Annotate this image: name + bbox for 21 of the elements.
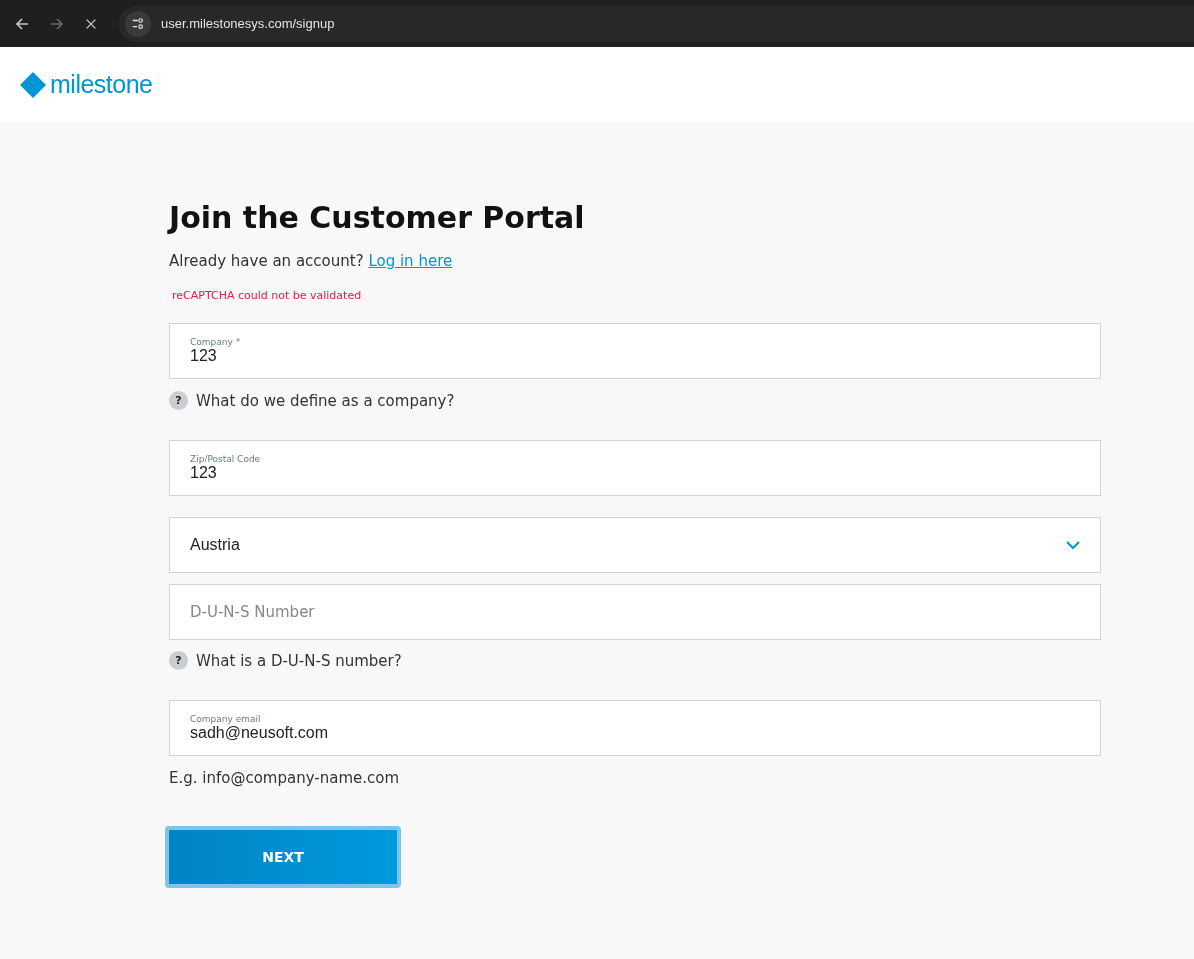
url-text: user.milestonesys.com/signup xyxy=(161,16,335,31)
address-bar[interactable]: user.milestonesys.com/signup xyxy=(119,5,1194,42)
input-field[interactable]: Company email sadh@neusoft.com xyxy=(169,700,1101,756)
country-dropdown[interactable]: Austria xyxy=(169,517,1101,573)
help-link[interactable]: What do we define as a company? xyxy=(196,391,455,410)
account-prompt: Already have an account? Log in here xyxy=(169,252,454,270)
page-title: Join the Customer Portal xyxy=(169,200,586,235)
error-message: reCAPTCHA could not be validated xyxy=(172,289,363,302)
hint-text: E.g. info@company-name.com xyxy=(169,769,401,787)
diamond-logo-icon xyxy=(20,71,46,98)
input-field[interactable]: Company * 123 xyxy=(169,323,1101,379)
input-field[interactable]: Zip/Postal Code 123 xyxy=(169,440,1101,496)
help-link[interactable]: What is a D-U-N-S number? xyxy=(196,651,402,670)
next-button[interactable]: NEXT xyxy=(166,827,400,887)
chevron-down-icon xyxy=(1066,540,1080,550)
site-settings-icon[interactable] xyxy=(125,10,151,37)
question-icon[interactable]: ? xyxy=(169,391,188,410)
question-icon[interactable]: ? xyxy=(169,651,188,670)
back-arrow-icon[interactable] xyxy=(14,15,30,32)
logo-text: milestone xyxy=(50,70,153,99)
input-field[interactable]: D-U-N-S Number xyxy=(169,584,1101,640)
